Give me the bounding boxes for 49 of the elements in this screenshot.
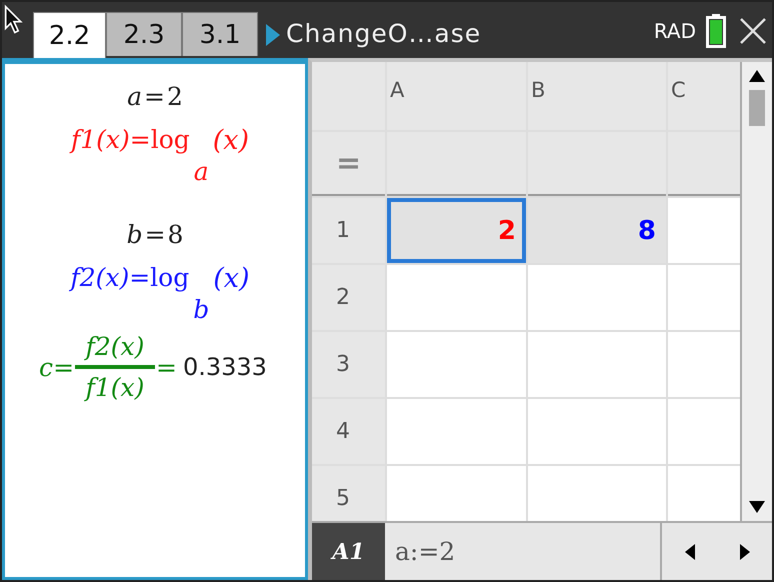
math-expression: f1(x)=log a (x): [71, 125, 249, 186]
row-header[interactable]: 4: [312, 399, 385, 464]
table-cell[interactable]: [668, 198, 740, 263]
table-cell[interactable]: [387, 332, 526, 397]
row-header[interactable]: 1: [312, 198, 385, 263]
left-arrow-icon[interactable]: [684, 544, 694, 560]
column-header[interactable]: C: [668, 62, 740, 130]
formula-cell[interactable]: [387, 132, 526, 196]
math-expression: b=8: [126, 220, 184, 249]
formula-cell[interactable]: [668, 132, 740, 196]
scroll-down-icon[interactable]: [749, 501, 765, 513]
cursor-icon: [4, 4, 24, 36]
formula-cell[interactable]: [528, 132, 666, 196]
table-cell[interactable]: [668, 332, 740, 397]
table-cell[interactable]: [387, 466, 526, 521]
table-cell[interactable]: [668, 399, 740, 464]
row-header[interactable]: 5: [312, 466, 385, 521]
battery-icon: [706, 14, 726, 48]
corner-cell[interactable]: [312, 62, 385, 130]
math-expression: a=2: [127, 82, 183, 111]
page-tab[interactable]: 3.1: [182, 12, 258, 56]
math-expression: f2(x)=log b (x): [70, 263, 250, 324]
page-tab[interactable]: 2.2: [33, 12, 106, 58]
formula-row-label: =: [312, 132, 385, 196]
table-cell[interactable]: [668, 466, 740, 521]
table-cell[interactable]: [528, 399, 666, 464]
scroll-thumb[interactable]: [749, 90, 765, 126]
table-cell[interactable]: [528, 332, 666, 397]
cell-reference: A1: [312, 523, 385, 580]
page-tab[interactable]: 2.3: [106, 12, 182, 56]
scrollbar[interactable]: [742, 62, 772, 521]
scroll-up-icon[interactable]: [749, 70, 765, 82]
table-cell[interactable]: [528, 466, 666, 521]
row-header[interactable]: 3: [312, 332, 385, 397]
table-cell[interactable]: 8: [528, 198, 666, 263]
entry-line[interactable]: a:=2: [385, 523, 660, 580]
document-title: ChangeO…ase: [286, 19, 482, 48]
play-icon: [266, 24, 280, 46]
table-cell[interactable]: [668, 265, 740, 330]
table-cell[interactable]: [528, 265, 666, 330]
row-header[interactable]: 2: [312, 265, 385, 330]
close-button[interactable]: [738, 16, 768, 46]
angle-mode: RAD: [654, 19, 696, 43]
table-cell[interactable]: [387, 399, 526, 464]
column-header[interactable]: B: [528, 62, 666, 130]
column-header[interactable]: A: [387, 62, 526, 130]
table-cell[interactable]: 2: [387, 198, 526, 263]
right-arrow-icon[interactable]: [740, 544, 750, 560]
table-cell[interactable]: [387, 265, 526, 330]
